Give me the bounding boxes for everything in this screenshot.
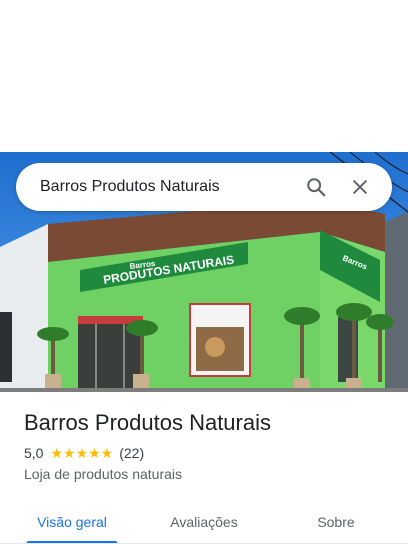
tab-overview[interactable]: Visão geral <box>0 499 144 544</box>
star-rating: ★★★★★ <box>50 445 114 461</box>
search-button[interactable] <box>300 171 332 203</box>
tab-overview-label: Visão geral <box>37 513 107 530</box>
review-count[interactable]: (22) <box>119 445 144 461</box>
blank-area <box>0 0 408 152</box>
tab-reviews[interactable]: Avaliações <box>144 499 264 544</box>
place-title: Barros Produtos Naturais <box>24 410 271 435</box>
close-icon <box>353 180 367 194</box>
place-info-panel: Barros Produtos Naturais 5,0 ★★★★★ (22) … <box>0 392 408 544</box>
tab-about-label: Sobre <box>317 513 355 530</box>
search-icon <box>307 178 326 197</box>
tab-bar: Visão geral Avaliações Sobre <box>0 499 408 544</box>
search-bar[interactable]: Barros Produtos Naturais <box>16 163 392 211</box>
search-input[interactable]: Barros Produtos Naturais <box>40 178 288 196</box>
close-button[interactable] <box>344 171 376 203</box>
rating-value: 5,0 <box>24 445 44 461</box>
place-category[interactable]: Loja de produtos naturais <box>24 466 182 482</box>
rating-row[interactable]: 5,0 ★★★★★ (22) <box>24 445 144 461</box>
tab-reviews-label: Avaliações <box>170 513 238 530</box>
tab-about[interactable]: Sobre <box>264 499 408 544</box>
